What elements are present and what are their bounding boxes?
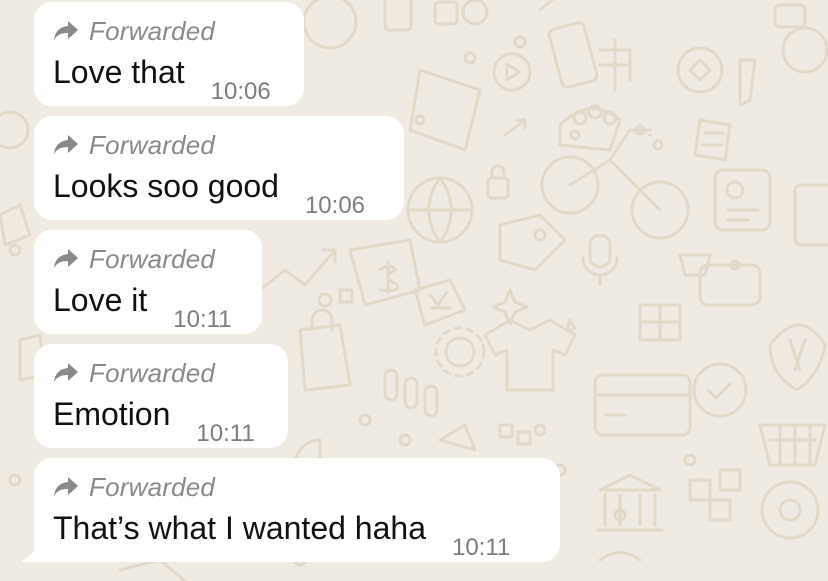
message-bubble[interactable]: Forwarded Love that 10:06 — [34, 2, 304, 106]
message-bubble[interactable]: Forwarded Love it 10:11 — [34, 230, 262, 334]
forwarded-label: Forwarded — [89, 243, 216, 274]
forwarded-label: Forwarded — [89, 15, 216, 46]
forwarded-indicator: Forwarded — [53, 244, 242, 274]
forwarded-label: Forwarded — [89, 357, 216, 388]
message-bubble[interactable]: Forwarded That’s what I wanted haha 10:1… — [20, 458, 560, 562]
forwarded-indicator: Forwarded — [53, 130, 384, 160]
forwarded-indicator: Forwarded — [53, 16, 284, 46]
message-timestamp: 10:06 — [304, 192, 366, 219]
message-text: Love it — [53, 282, 148, 318]
chat-message-list: Forwarded Love that 10:06 Forwarded Look… — [0, 0, 828, 581]
message-text: Emotion — [53, 396, 171, 432]
message-timestamp: 10:06 — [210, 78, 271, 105]
forwarded-label: Forwarded — [89, 129, 216, 160]
forward-arrow-icon — [54, 363, 78, 382]
message-text: Looks soo good — [53, 168, 279, 204]
message-timestamp: 10:11 — [173, 306, 232, 333]
bubble-tail — [20, 544, 40, 562]
message-bubble[interactable]: Forwarded Emotion 10:11 — [34, 344, 288, 448]
forwarded-indicator: Forwarded — [53, 472, 540, 502]
forward-arrow-icon — [54, 249, 78, 268]
forward-arrow-icon — [54, 21, 78, 40]
message-timestamp: 10:11 — [451, 534, 511, 561]
message-text: Love that — [53, 54, 185, 90]
message-timestamp: 10:11 — [196, 420, 255, 447]
forwarded-indicator: Forwarded — [53, 358, 268, 388]
message-text: That’s what I wanted haha — [53, 510, 426, 546]
forward-arrow-icon — [54, 135, 78, 154]
message-bubble[interactable]: Forwarded Looks soo good 10:06 — [34, 116, 404, 220]
forward-arrow-icon — [54, 477, 78, 496]
forwarded-label: Forwarded — [89, 471, 216, 502]
